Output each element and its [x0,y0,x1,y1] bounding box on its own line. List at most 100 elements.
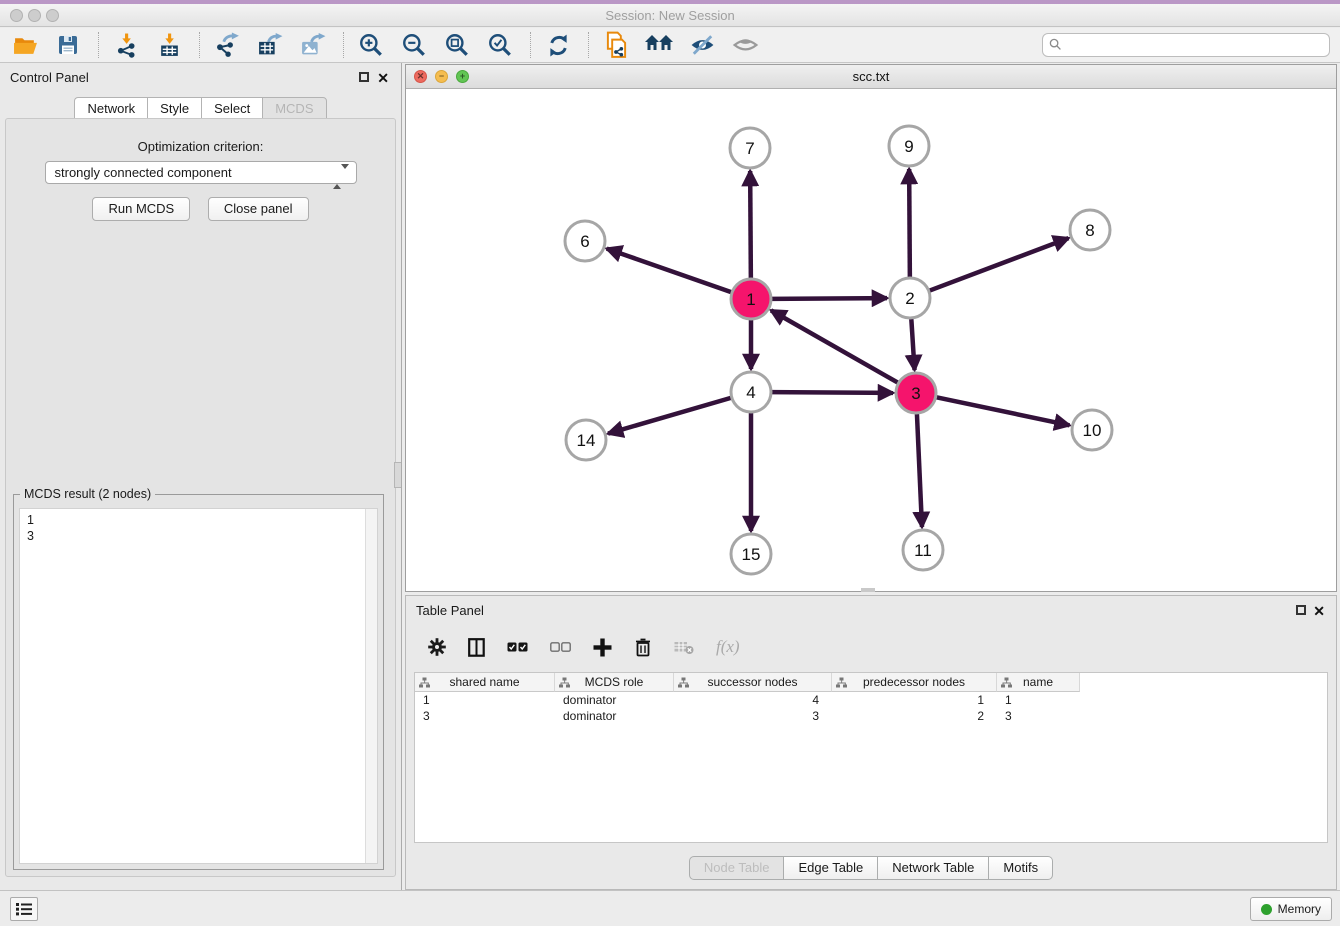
edge-4-3[interactable] [772,392,893,393]
node-3[interactable]: 3 [896,373,936,413]
refresh-layout-icon[interactable] [543,30,573,60]
table-row[interactable]: 3dominator323 [415,708,1327,724]
tab-node-table[interactable]: Node Table [689,856,785,880]
control-panel-header: Control Panel ✕ [0,63,401,93]
edge-2-9[interactable] [909,169,910,277]
import-table-icon[interactable] [154,30,184,60]
export-table-icon[interactable] [255,30,285,60]
mcds-tab-panel: Optimization criterion: strongly connect… [5,118,396,877]
node-6[interactable]: 6 [565,221,605,261]
edge-2-3[interactable] [911,319,914,370]
task-history-button[interactable] [10,897,38,921]
cell-successor-nodes[interactable]: 3 [674,708,832,724]
node-4[interactable]: 4 [731,372,771,412]
import-network-icon[interactable] [111,30,141,60]
column-label: MCDS role [585,675,644,689]
column-header-predecessor-nodes[interactable]: predecessor nodes [832,673,997,692]
mcds-result-text[interactable]: 1 3 [20,509,364,863]
table-row[interactable]: 1dominator411 [415,692,1327,708]
float-panel-icon[interactable] [359,72,369,82]
edge-1-6[interactable] [607,249,731,292]
result-scrollbar[interactable] [365,509,377,863]
network-window-title: scc.txt [406,69,1336,84]
node-10[interactable]: 10 [1072,410,1112,450]
cell-MCDS-role[interactable]: dominator [555,708,674,724]
node-8[interactable]: 8 [1070,210,1110,250]
float-table-panel-icon[interactable] [1296,605,1306,615]
edge-3-11[interactable] [917,414,922,527]
export-image-icon[interactable] [298,30,328,60]
node-2[interactable]: 2 [890,278,930,318]
open-folder-icon[interactable] [10,30,40,60]
dock-divider-grip[interactable] [394,462,401,488]
column-tree-icon [559,677,570,688]
network-canvas[interactable]: 1 2 3 4 6 7 8 9 10 11 14 15 [406,90,1336,591]
cell-name[interactable]: 1 [997,692,1080,708]
cell-predecessor-nodes[interactable]: 2 [832,708,997,724]
optimization-criterion-dropdown[interactable]: strongly connected component [45,161,357,184]
cell-successor-nodes[interactable]: 4 [674,692,832,708]
node-7[interactable]: 7 [730,128,770,168]
node-14[interactable]: 14 [566,420,606,460]
cell-predecessor-nodes[interactable]: 1 [832,692,997,708]
deselect-all-columns-icon[interactable] [550,642,571,653]
network-window-titlebar[interactable]: ✕ − + scc.txt [406,65,1336,89]
home-icon[interactable] [644,30,674,60]
delete-column-icon[interactable] [634,637,652,657]
zoom-in-icon[interactable] [356,30,386,60]
tab-edge-table[interactable]: Edge Table [784,856,878,880]
edge-1-2[interactable] [772,298,887,299]
tab-motifs[interactable]: Motifs [989,856,1053,880]
add-column-icon[interactable] [593,638,612,657]
select-all-columns-icon[interactable] [507,642,528,653]
edge-3-10[interactable] [937,397,1070,425]
mcds-result-title: MCDS result (2 nodes) [20,487,155,501]
search-input[interactable] [1042,33,1330,57]
cell-MCDS-role[interactable]: dominator [555,692,674,708]
svg-text:11: 11 [914,541,932,560]
edge-2-8[interactable] [930,238,1069,290]
control-panel: Control Panel ✕ NetworkStyleSelectMCDS O… [0,63,402,890]
window-titlebar: Session: New Session [0,4,1340,27]
edge-1-7[interactable] [750,171,751,278]
hide-details-eye-icon[interactable] [687,30,717,60]
node-1[interactable]: 1 [731,279,771,319]
edge-3-1[interactable] [771,310,898,382]
clone-network-icon[interactable] [601,30,631,60]
network-resize-handle[interactable] [861,588,875,592]
column-layout-icon[interactable] [468,638,485,657]
function-builder-icon-disabled: f(x) [716,637,740,657]
column-header-successor-nodes[interactable]: successor nodes [674,673,832,692]
close-table-panel-icon[interactable]: ✕ [1313,596,1325,626]
cell-name[interactable]: 3 [997,708,1080,724]
zoom-out-icon[interactable] [399,30,429,60]
tab-network-table[interactable]: Network Table [878,856,989,880]
cell-shared-name[interactable]: 1 [415,692,555,708]
network-window: ✕ − + scc.txt 1 2 3 4 6 7 8 9 10 11 14 15 [405,64,1337,592]
column-label: shared name [449,675,519,689]
close-panel-icon[interactable]: ✕ [377,63,389,93]
column-header-name[interactable]: name [997,673,1080,692]
table-header-row: shared name MCDS role successor nodesprede… [415,673,1327,692]
node-table: shared name MCDS role successor nodesprede… [414,672,1328,843]
node-15[interactable]: 15 [731,534,771,574]
table-panel-title: Table Panel [416,603,484,618]
column-header-shared-name[interactable]: shared name [415,673,555,692]
save-session-icon[interactable] [53,30,83,60]
edge-4-14[interactable] [608,398,731,434]
settings-gear-icon[interactable] [428,638,446,656]
run-mcds-button[interactable]: Run MCDS [92,197,190,221]
column-label: name [1023,675,1053,689]
node-9[interactable]: 9 [889,126,929,166]
zoom-fit-icon[interactable] [442,30,472,60]
export-network-icon[interactable] [212,30,242,60]
column-header-MCDS-role[interactable]: MCDS role [555,673,674,692]
node-11[interactable]: 11 [903,530,943,570]
zoom-selected-icon[interactable] [485,30,515,60]
close-panel-button[interactable]: Close panel [208,197,309,221]
show-details-eye-icon[interactable] [730,30,760,60]
memory-button[interactable]: Memory [1250,897,1332,921]
toolbar-search [1042,33,1330,57]
cell-shared-name[interactable]: 3 [415,708,555,724]
table-panel-header: Table Panel ✕ [406,596,1336,626]
